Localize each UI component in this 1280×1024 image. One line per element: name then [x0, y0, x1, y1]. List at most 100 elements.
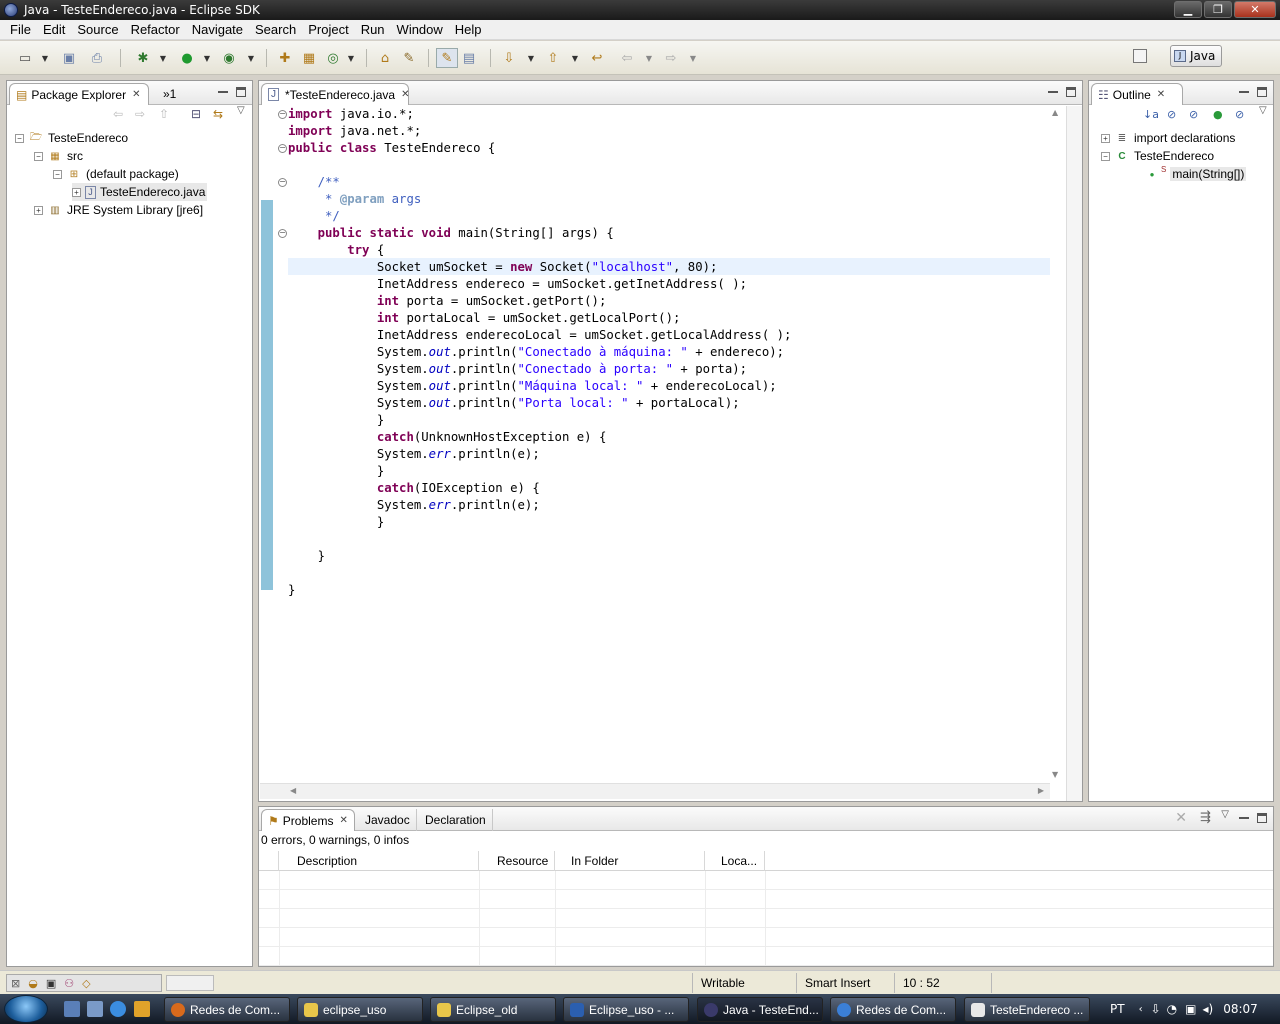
filter-icon[interactable]: ⇶ — [1200, 810, 1211, 825]
collapse-all-icon[interactable]: ⊟ — [191, 107, 201, 121]
close-tab-icon[interactable]: ✕ — [132, 89, 140, 100]
taskbar-item[interactable]: TesteEndereco ... — [964, 997, 1090, 1022]
fold-collapse-icon[interactable]: − — [278, 178, 287, 187]
menu-help[interactable]: Help — [449, 22, 488, 37]
hide-non-public-icon[interactable]: ● — [1213, 108, 1223, 121]
view-menu-icon[interactable]: ▽ — [1221, 809, 1229, 820]
open-perspective-icon[interactable] — [1133, 49, 1147, 63]
minimize-view-icon[interactable] — [218, 87, 228, 93]
download-icon[interactable]: ⇩ — [1151, 1002, 1161, 1016]
bookmarks-icon[interactable]: ◇ — [82, 977, 90, 990]
tree-item-default-package[interactable]: − ⊞ (default package) — [53, 165, 179, 183]
tasks-icon[interactable]: ◒ — [28, 977, 38, 990]
maximize-editor-icon[interactable] — [1066, 87, 1076, 97]
minimize-editor-icon[interactable] — [1048, 87, 1058, 93]
taskbar-item[interactable]: Redes de Com... — [164, 997, 290, 1022]
tree-item-jre-library[interactable]: + ▥ JRE System Library [jre6] — [34, 201, 203, 219]
scroll-right-icon[interactable]: ▶ — [1038, 786, 1044, 795]
forward-icon[interactable]: ⇨ — [662, 49, 680, 67]
tray-expand-icon[interactable]: ‹ — [1139, 1004, 1143, 1015]
menu-source[interactable]: Source — [71, 22, 124, 37]
hide-local-types-icon[interactable]: ⊘ — [1235, 108, 1244, 121]
open-search-icon[interactable]: ✎ — [400, 49, 418, 67]
new-icon[interactable]: ▭ — [16, 49, 34, 67]
new-package-icon[interactable]: ▦ — [300, 49, 318, 67]
expand-icon[interactable]: + — [72, 187, 81, 197]
minimize-button[interactable]: ▁ — [1174, 1, 1202, 18]
maximize-view-icon[interactable] — [1257, 813, 1267, 823]
forward-dropdown-icon[interactable]: ▼ — [688, 49, 698, 67]
taskbar-item[interactable]: eclipse_uso — [297, 997, 423, 1022]
scroll-up-icon[interactable]: ▲ — [1052, 108, 1058, 117]
start-button[interactable] — [4, 995, 48, 1023]
switch-windows-icon[interactable] — [87, 1001, 103, 1017]
run-icon[interactable]: ● — [178, 49, 196, 67]
link-with-editor-icon[interactable]: ⇆ — [213, 107, 223, 121]
scroll-down-icon[interactable]: ▼ — [1052, 770, 1058, 779]
fold-collapse-icon[interactable]: − — [278, 229, 287, 238]
fold-collapse-icon[interactable]: − — [278, 144, 287, 153]
tab-testeendereco-java[interactable]: J *TesteEndereco.java ✕ — [261, 83, 409, 105]
menu-project[interactable]: Project — [302, 22, 354, 37]
menu-window[interactable]: Window — [391, 22, 449, 37]
show-whitespace-icon[interactable]: ▤ — [460, 49, 478, 67]
media-player-icon[interactable] — [134, 1001, 150, 1017]
language-indicator[interactable]: PT — [1110, 1002, 1125, 1016]
debug-icon[interactable]: ✱ — [134, 49, 152, 67]
error-log-icon[interactable]: ⚇ — [64, 977, 74, 990]
tab-overflow[interactable]: »1 — [157, 83, 182, 105]
volume-icon[interactable]: ◂) — [1202, 1002, 1213, 1016]
column-header-description[interactable]: Description — [279, 851, 479, 871]
open-type-icon[interactable]: ⌂ — [376, 49, 394, 67]
back-icon[interactable]: ⇦ — [618, 49, 636, 67]
column-header-in-folder[interactable]: In Folder — [555, 851, 705, 871]
taskbar-item[interactable]: Redes de Com... — [830, 997, 956, 1022]
view-menu-icon[interactable]: ▽ — [1259, 105, 1267, 116]
external-tools-icon[interactable]: ◉ — [220, 49, 238, 67]
title-bar[interactable]: Java - TesteEndereco.java - Eclipse SDK … — [0, 0, 1280, 20]
update-icon[interactable]: ◔ — [1167, 1002, 1177, 1016]
outline-item-imports[interactable]: + ≣ import declarations — [1101, 129, 1235, 147]
back-dropdown-icon[interactable]: ▼ — [644, 49, 654, 67]
toggle-mark-occurrences-icon[interactable]: ✎ — [436, 48, 458, 68]
maximize-view-icon[interactable] — [236, 87, 246, 97]
menu-file[interactable]: File — [4, 22, 37, 37]
tab-package-explorer[interactable]: ▤ Package Explorer ✕ — [9, 83, 149, 105]
fold-collapse-icon[interactable]: − — [278, 110, 287, 119]
show-desktop-icon[interactable] — [64, 1001, 80, 1017]
hide-fields-icon[interactable]: ⊘ — [1167, 108, 1176, 121]
overview-ruler[interactable] — [1066, 106, 1082, 801]
network-icon[interactable]: ▣ — [1185, 1002, 1196, 1016]
horizontal-scrollbar[interactable]: ◀ ▶ — [260, 783, 1050, 799]
taskbar-item[interactable]: Java - TesteEnd... — [697, 997, 823, 1022]
menu-search[interactable]: Search — [249, 22, 302, 37]
next-annotation-dropdown-icon[interactable]: ▼ — [526, 49, 536, 67]
fast-view-bar[interactable]: ⊠ ◒ ▣ ⚇ ◇ — [6, 974, 162, 992]
tab-javadoc[interactable]: Javadoc — [359, 809, 417, 831]
close-button[interactable]: ✕ — [1234, 1, 1276, 18]
sort-icon[interactable]: ↓a — [1143, 108, 1159, 121]
outline-item-class[interactable]: − C TesteEndereco — [1101, 147, 1214, 165]
collapse-icon[interactable]: − — [34, 151, 43, 161]
pkg-forward-icon[interactable]: ⇨ — [135, 107, 145, 121]
maximize-button[interactable]: ❐ — [1204, 1, 1232, 18]
close-tab-icon[interactable]: ✕ — [1157, 89, 1165, 100]
maximize-view-icon[interactable] — [1257, 87, 1267, 97]
previous-annotation-dropdown-icon[interactable]: ▼ — [570, 49, 580, 67]
expand-icon[interactable]: + — [1101, 133, 1110, 143]
internet-explorer-icon[interactable] — [110, 1001, 126, 1017]
next-annotation-icon[interactable]: ⇩ — [500, 49, 518, 67]
run-dropdown-icon[interactable]: ▼ — [202, 49, 212, 67]
delete-icon[interactable]: ✕ — [1175, 810, 1187, 826]
column-header-location[interactable]: Loca... — [705, 851, 765, 871]
expand-icon[interactable]: + — [34, 205, 43, 215]
view-menu-icon[interactable]: ▽ — [237, 105, 245, 116]
menu-refactor[interactable]: Refactor — [125, 22, 186, 37]
menu-run[interactable]: Run — [355, 22, 391, 37]
pkg-back-icon[interactable]: ⇦ — [113, 107, 123, 121]
close-tab-icon[interactable]: ✕ — [401, 89, 409, 100]
tree-item-project[interactable]: − 🗁 TesteEndereco — [15, 129, 128, 147]
close-tab-icon[interactable]: ✕ — [339, 815, 347, 826]
column-header-resource[interactable]: Resource — [479, 851, 555, 871]
tree-item-src[interactable]: − ▦ src — [34, 147, 83, 165]
